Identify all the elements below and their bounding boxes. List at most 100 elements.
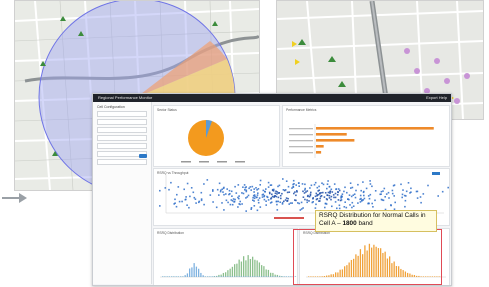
scatter-point: [278, 184, 281, 187]
scatter-point: [296, 191, 298, 193]
scatter-point: [168, 188, 170, 191]
histogram-bar: [272, 276, 274, 277]
scatter-point: [301, 183, 304, 185]
histogram-bar: [209, 276, 211, 277]
scatter-point: [338, 189, 341, 192]
scatter-point: [382, 199, 385, 202]
apply-button[interactable]: [139, 154, 147, 158]
scatter-point: [253, 191, 255, 193]
scatter-point: [257, 201, 260, 204]
scatter-point: [275, 195, 278, 198]
scatter-point: [333, 196, 335, 199]
histogram-bar: [279, 276, 281, 277]
scatter-point: [275, 200, 278, 203]
scatter-point: [305, 191, 307, 193]
scatter-point: [338, 207, 341, 210]
filter-field-1[interactable]: [97, 111, 147, 117]
scatter-point: [279, 194, 282, 197]
scatter-point: [393, 195, 395, 197]
scatter-point: [329, 191, 331, 193]
histogram-bar: [222, 272, 225, 277]
scatter-point: [251, 185, 254, 188]
scatter-point: [298, 202, 301, 205]
scatter-point: [314, 195, 317, 198]
scatter-point: [404, 199, 407, 202]
scatter-point: [362, 199, 364, 201]
dashboard-title: Regional Performance Monitor: [98, 95, 153, 100]
scatter-point: [334, 192, 337, 195]
scatter-point: [286, 191, 289, 194]
scatter-point: [380, 190, 383, 193]
filter-field-4[interactable]: [97, 135, 147, 141]
scatter-point: [271, 195, 274, 198]
dashboard-menu[interactable]: Export Help: [426, 95, 447, 100]
highlight-box: [293, 229, 442, 285]
scatter-point: [352, 194, 355, 196]
scatter-point: [300, 208, 303, 210]
scatter-point: [348, 194, 351, 196]
scatter-point: [218, 194, 220, 196]
scatter-point: [276, 191, 279, 193]
scatter-point: [334, 201, 337, 203]
scatter-point: [420, 201, 422, 204]
histogram-bar: [204, 276, 207, 277]
scatter-point: [261, 196, 264, 198]
scatter-point: [288, 203, 290, 205]
scatter-point: [338, 204, 341, 207]
histogram-bar: [263, 276, 265, 277]
scatter-point: [267, 186, 270, 188]
scatter-point: [306, 199, 308, 201]
histogram-bar: [281, 276, 283, 277]
scatter-point: [315, 203, 317, 206]
scatter-point: [176, 193, 178, 196]
scatter-point: [229, 203, 232, 206]
scatter-point: [231, 200, 234, 202]
histogram-bar: [261, 276, 263, 277]
histogram-bar: [216, 276, 218, 277]
scatter-point: [288, 191, 291, 193]
pie-panel-title: Sector Status: [157, 108, 177, 112]
scatter-point: [360, 189, 362, 192]
filter-field-3[interactable]: [97, 127, 147, 133]
scatter-point: [351, 186, 354, 189]
scatter-point: [324, 192, 327, 194]
scatter-point: [380, 193, 382, 195]
scatter-point: [267, 199, 270, 201]
scatter-point: [332, 194, 335, 196]
histogram-bar: [243, 256, 245, 277]
histogram-bar: [258, 262, 261, 277]
scatter-point: [287, 185, 290, 188]
histogram-bar: [225, 272, 227, 277]
annotation-line-2-suffix: band: [356, 220, 373, 227]
histogram-bar: [245, 276, 247, 277]
scatter-point: [324, 206, 326, 209]
scatter-point: [221, 188, 223, 191]
scatter-point: [343, 190, 345, 193]
scatter-point: [371, 202, 373, 205]
scatter-point: [269, 202, 272, 204]
filter-field-2[interactable]: [97, 119, 147, 125]
scatter-point: [357, 183, 359, 186]
histogram-bar: [283, 276, 285, 277]
histogram-bar: [270, 272, 272, 277]
scatter-point: [363, 194, 365, 197]
filter-field-5[interactable]: [97, 143, 147, 149]
histogram-bar: [247, 255, 249, 277]
scatter-point: [316, 186, 319, 189]
scatter-point: [257, 199, 260, 201]
scatter-toggle[interactable]: [432, 172, 440, 175]
metric-bar: [316, 133, 347, 136]
scatter-point: [362, 181, 364, 183]
scatter-point: [269, 184, 272, 186]
histogram-bar: [240, 261, 243, 277]
filter-field-7[interactable]: [97, 159, 147, 165]
scatter-point: [330, 198, 332, 201]
histogram-bar: [236, 276, 238, 277]
histogram-bar: [220, 276, 222, 277]
scatter-point: [340, 196, 343, 198]
scatter-point: [249, 186, 252, 188]
histogram-bar: [211, 276, 213, 277]
scatter-panel-title: RSRQ vs Throughput: [157, 171, 189, 175]
scatter-point: [357, 202, 359, 204]
histogram-bar: [168, 276, 171, 277]
